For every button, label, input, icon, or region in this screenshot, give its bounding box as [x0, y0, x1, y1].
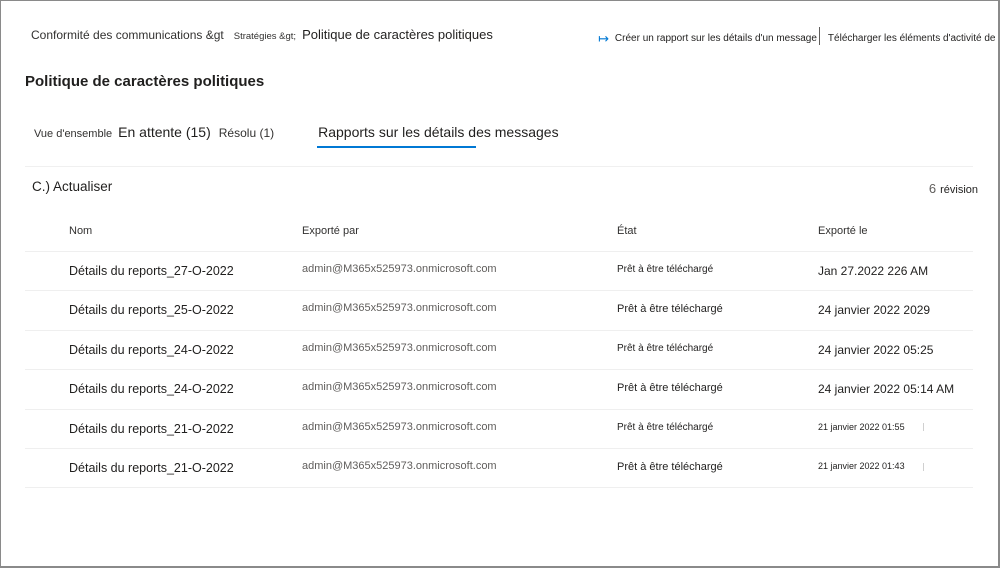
- report-name[interactable]: Détails du reports_24-O-2022: [69, 343, 234, 357]
- tab-message-detail-reports[interactable]: Rapports sur les détails des messages: [317, 124, 559, 148]
- report-state: Prêt à être téléchargé: [617, 342, 714, 354]
- exported-by: admin@M365x525973.onmicrosoft.com: [302, 341, 497, 354]
- row-tick: [922, 423, 924, 432]
- item-count: 6 révision: [929, 181, 978, 196]
- tab-bar: Vue d'ensemble En attente (15) Résolu (1…: [34, 124, 559, 148]
- download-activity-button[interactable]: Télécharger les éléments d'activité de: [828, 33, 996, 44]
- exported-on: 21 janvier 2022 01:55: [818, 422, 924, 432]
- report-state: Prêt à être téléchargé: [617, 264, 714, 275]
- column-header-exported-by[interactable]: Exporté par: [302, 225, 359, 237]
- action-divider: [818, 27, 820, 45]
- tab-overview[interactable]: Vue d'ensemble: [34, 128, 112, 140]
- column-header-state[interactable]: État: [617, 225, 637, 237]
- reports-table: Nom Exporté par État Exporté le Détails …: [25, 212, 973, 489]
- table-row[interactable]: Détails du reports_25-O-2022 admin@M365x…: [25, 291, 973, 331]
- exported-by: admin@M365x525973.onmicrosoft.com: [302, 263, 497, 275]
- divider: [25, 166, 973, 167]
- table-row[interactable]: Détails du reports_24-O-2022 admin@M365x…: [25, 370, 973, 410]
- export-arrow-icon: ↦: [598, 30, 609, 46]
- table-row[interactable]: Détails du reports_21-O-2022 admin@M365x…: [25, 449, 973, 489]
- report-name[interactable]: Détails du reports_24-O-2022: [69, 382, 234, 396]
- table-row[interactable]: Détails du reports_24-O-2022 admin@M365x…: [25, 331, 973, 371]
- page-title: Politique de caractères politiques: [25, 73, 265, 90]
- item-count-label: révision: [940, 184, 978, 196]
- breadcrumb-current-policy: Politique de caractères politiques: [302, 27, 493, 42]
- table-row[interactable]: Détails du reports_27-O-2022 admin@M365x…: [25, 252, 973, 292]
- exported-on: 24 janvier 2022 05:14 AM: [818, 382, 955, 397]
- breadcrumb-communication-compliance[interactable]: Conformité des communications &gt: [31, 28, 224, 42]
- breadcrumb-policies[interactable]: Stratégies &gt;: [234, 31, 296, 42]
- item-count-number: 6: [928, 181, 937, 196]
- create-report-button[interactable]: Créer un rapport sur les détails d'un me…: [615, 33, 817, 44]
- report-name[interactable]: Détails du reports_25-O-2022: [69, 303, 234, 317]
- column-header-name[interactable]: Nom: [69, 225, 92, 237]
- exported-on-text: 21 janvier 2022 01:43: [818, 460, 905, 471]
- report-name[interactable]: Détails du reports_21-O-2022: [69, 422, 234, 436]
- column-header-exported-on[interactable]: Exporté le: [818, 225, 868, 237]
- exported-on-text: 21 janvier 2022 01:55: [818, 421, 905, 432]
- top-actions: ↦ Créer un rapport sur les détails d'un …: [598, 27, 996, 47]
- breadcrumb: Conformité des communications &gt Straté…: [31, 27, 493, 42]
- refresh-button[interactable]: C.) Actualiser: [32, 179, 112, 194]
- report-state: Prêt à être téléchargé: [617, 421, 714, 433]
- exported-by: admin@M365x525973.onmicrosoft.com: [302, 381, 497, 394]
- exported-by: admin@M365x525973.onmicrosoft.com: [302, 302, 497, 315]
- exported-by: admin@M365x525973.onmicrosoft.com: [302, 459, 497, 472]
- exported-by: admin@M365x525973.onmicrosoft.com: [302, 420, 497, 433]
- report-state: Prêt à être téléchargé: [617, 460, 723, 473]
- tab-pending[interactable]: En attente (15): [118, 124, 211, 140]
- exported-on: 24 janvier 2022 2029: [818, 303, 931, 318]
- exported-on: 24 janvier 2022 05:25: [818, 342, 934, 357]
- table-row[interactable]: Détails du reports_21-O-2022 admin@M365x…: [25, 410, 973, 449]
- exported-on: 21 janvier 2022 01:43: [818, 461, 924, 471]
- row-tick: [922, 462, 924, 471]
- table-header: Nom Exporté par État Exporté le: [25, 212, 973, 252]
- report-state: Prêt à être téléchargé: [617, 382, 723, 395]
- report-name[interactable]: Détails du reports_27-O-2022: [69, 264, 234, 278]
- report-state: Prêt à être téléchargé: [617, 303, 723, 316]
- tab-resolved[interactable]: Résolu (1): [219, 126, 274, 140]
- exported-on: Jan 27.2022 226 AM: [818, 264, 929, 278]
- report-name[interactable]: Détails du reports_21-O-2022: [69, 461, 234, 475]
